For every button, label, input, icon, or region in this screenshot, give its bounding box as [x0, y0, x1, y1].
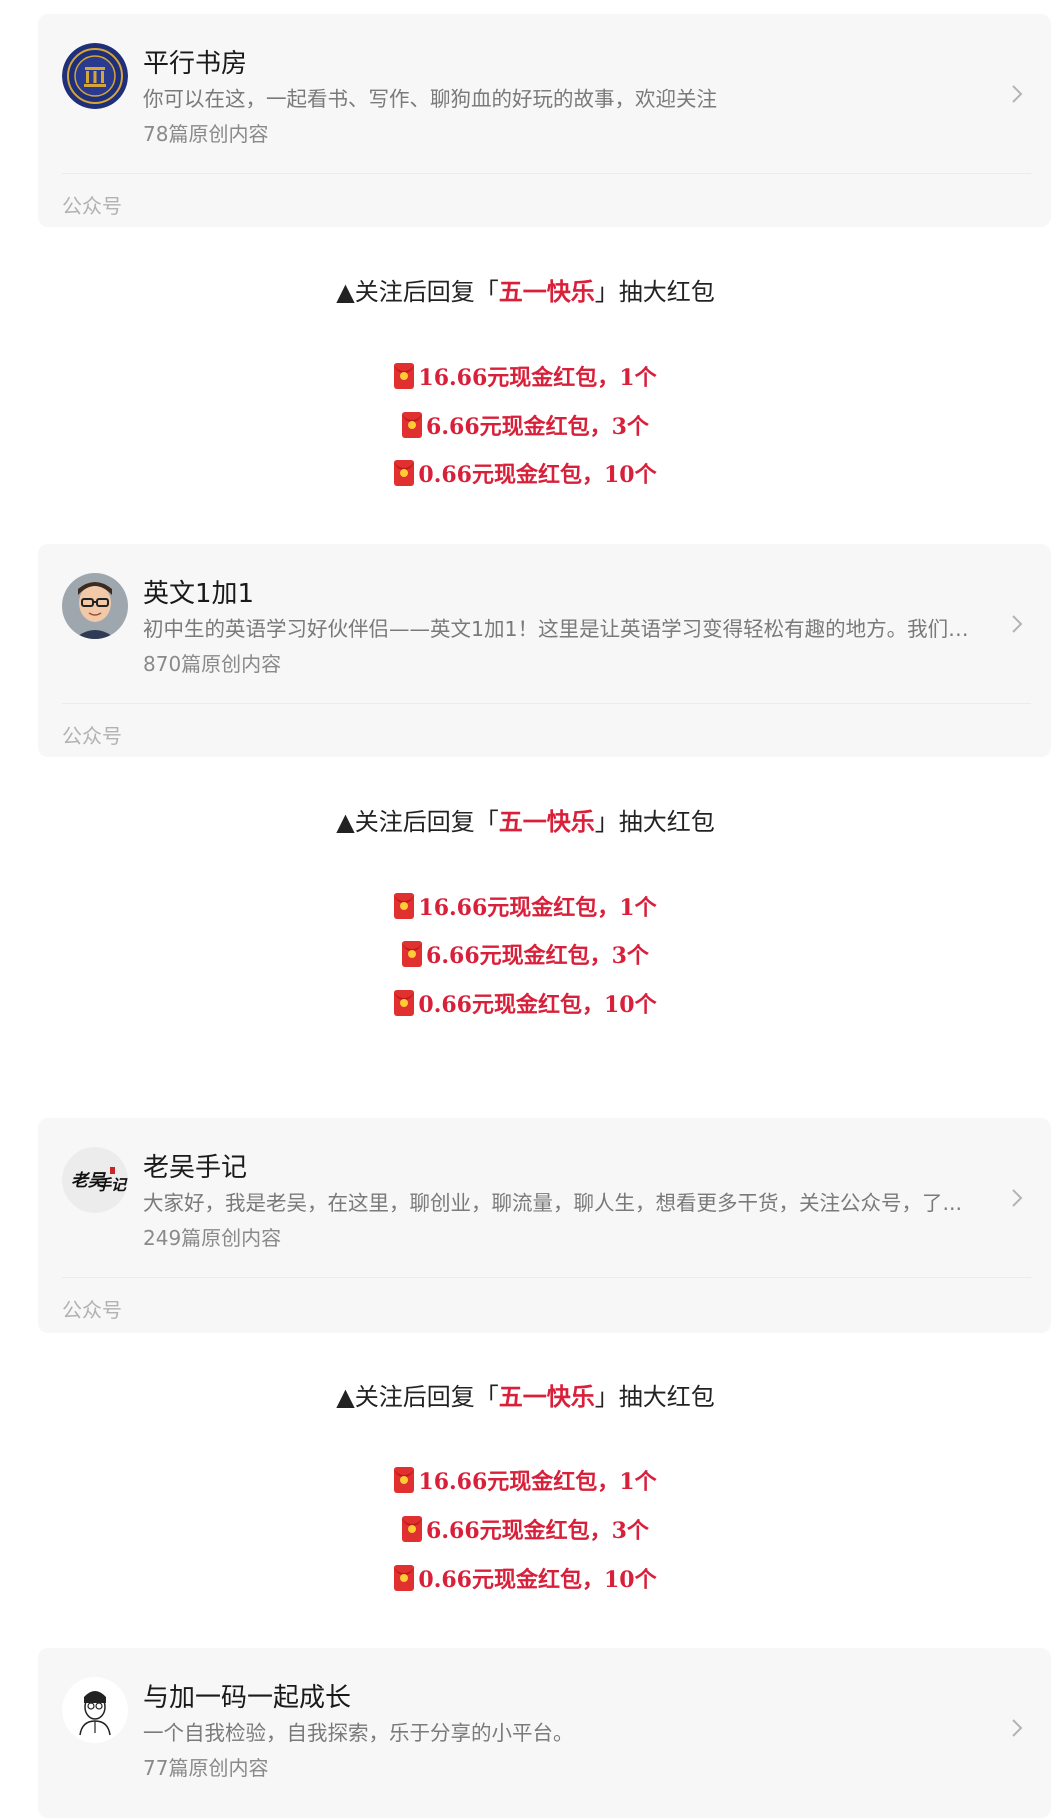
original-count: 249篇原创内容 [143, 1226, 282, 1250]
promo-keyword: 五一快乐 [498, 1383, 595, 1411]
red-envelope-icon [394, 1467, 415, 1493]
red-envelope-icon [402, 941, 423, 967]
red-envelope-icon [394, 1565, 415, 1591]
prize-line: 6.66元现金红包，3个 [0, 1513, 1051, 1545]
promo-reply-line-3: ▲关注后回复「五一快乐」抽大红包 [0, 1377, 1051, 1412]
account-name: 平行书房 [143, 49, 248, 79]
prize-text: 6.66元现金红包，3个 [426, 414, 649, 440]
prize-line: 0.66元现金红包，10个 [0, 987, 1051, 1019]
promo-keyword: 五一快乐 [498, 808, 595, 836]
chevron-right-icon [1007, 82, 1027, 106]
library-logo-icon [62, 43, 128, 109]
prize-line: 0.66元现金红包，10个 [0, 1562, 1051, 1594]
red-envelope-icon [402, 412, 423, 438]
account-card-4[interactable]: 与加一码一起成长 一个自我检验，自我探索，乐于分享的小平台。 77篇原创内容 [38, 1648, 1051, 1818]
prize-text: 16.66元现金红包，1个 [418, 1469, 657, 1495]
prize-text: 0.66元现金红包，10个 [418, 1567, 657, 1593]
red-envelope-icon [394, 460, 415, 486]
promo-prefix: ▲关注后回复「 [336, 808, 499, 836]
account-type-label: 公众号 [62, 1298, 122, 1322]
divider [62, 703, 1031, 704]
promo-suffix: 」抽大红包 [594, 1383, 715, 1411]
account-description: 大家好，我是老吴，在这里，聊创业，聊流量，聊人生，想看更多干货，关注公众号，了.… [143, 1191, 963, 1215]
prize-text: 6.66元现金红包，3个 [426, 943, 649, 969]
red-envelope-icon [394, 363, 415, 389]
prize-line: 6.66元现金红包，3个 [0, 938, 1051, 970]
account-card-2[interactable]: 英文1加1 初中生的英语学习好伙伴侣——英文1加1！这里是让英语学习变得轻松有趣… [38, 544, 1051, 757]
account-type-label: 公众号 [62, 724, 122, 748]
chevron-right-icon [1007, 1186, 1027, 1210]
account-name: 与加一码一起成长 [143, 1683, 352, 1713]
prize-line: 16.66元现金红包，1个 [0, 890, 1051, 922]
promo-suffix: 」抽大红包 [594, 808, 715, 836]
account-card-3[interactable]: 老吴 手记 老吴手记 大家好，我是老吴，在这里，聊创业，聊流量，聊人生，想看更多… [38, 1118, 1051, 1333]
account-description: 一个自我检验，自我探索，乐于分享的小平台。 [143, 1721, 574, 1745]
prize-text: 16.66元现金红包，1个 [418, 365, 657, 391]
account-description: 你可以在这，一起看书、写作、聊狗血的好玩的故事，欢迎关注 [143, 87, 717, 111]
sketch-person-icon [62, 1677, 128, 1743]
promo-reply-line-1: ▲关注后回复「五一快乐」抽大红包 [0, 272, 1051, 307]
account-card-1[interactable]: 平行书房 你可以在这，一起看书、写作、聊狗血的好玩的故事，欢迎关注 78篇原创内… [38, 14, 1051, 227]
red-envelope-icon [394, 990, 415, 1016]
prize-line: 0.66元现金红包，10个 [0, 457, 1051, 489]
prize-text: 6.66元现金红包，3个 [426, 1518, 649, 1544]
red-envelope-icon [394, 893, 415, 919]
chevron-right-icon [1007, 612, 1027, 636]
promo-reply-line-2: ▲关注后回复「五一快乐」抽大红包 [0, 802, 1051, 837]
original-count: 870篇原创内容 [143, 652, 282, 676]
cartoon-person-glasses-icon [62, 573, 128, 639]
promo-keyword: 五一快乐 [498, 278, 595, 306]
svg-text:手记: 手记 [96, 1176, 128, 1194]
prize-text: 0.66元现金红包，10个 [418, 992, 657, 1018]
promo-suffix: 」抽大红包 [594, 278, 715, 306]
prize-line: 6.66元现金红包，3个 [0, 409, 1051, 441]
divider [62, 1277, 1031, 1278]
prize-line: 16.66元现金红包，1个 [0, 1464, 1051, 1496]
prize-line: 16.66元现金红包，1个 [0, 360, 1051, 392]
prize-text: 16.66元现金红包，1个 [418, 895, 657, 921]
original-count: 77篇原创内容 [143, 1756, 269, 1780]
original-count: 78篇原创内容 [143, 122, 269, 146]
promo-prefix: ▲关注后回复「 [336, 1383, 499, 1411]
account-description: 初中生的英语学习好伙伴侣——英文1加1！这里是让英语学习变得轻松有趣的地方。我们… [143, 617, 978, 641]
promo-prefix: ▲关注后回复「 [336, 278, 499, 306]
account-type-label: 公众号 [62, 194, 122, 218]
divider [62, 173, 1031, 174]
red-envelope-icon [402, 1516, 423, 1542]
prize-text: 0.66元现金红包，10个 [418, 462, 657, 488]
calligraphy-logo-icon: 老吴 手记 [62, 1147, 128, 1213]
account-name: 英文1加1 [143, 579, 255, 609]
account-name: 老吴手记 [143, 1153, 248, 1183]
chevron-right-icon [1007, 1716, 1027, 1740]
